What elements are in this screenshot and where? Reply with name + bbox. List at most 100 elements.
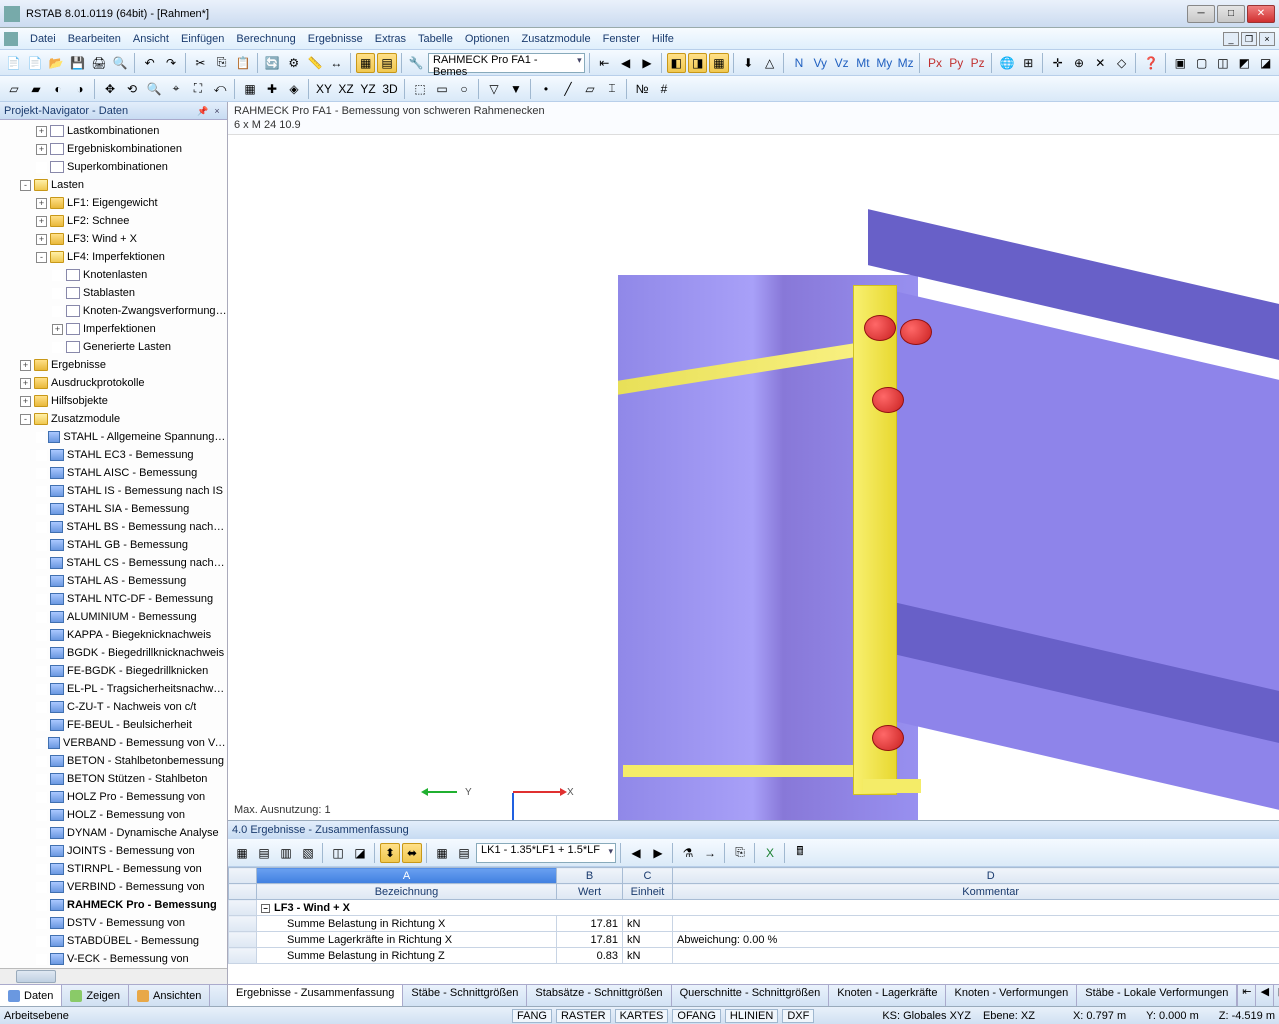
nav-tab-zeigen[interactable]: Zeigen <box>62 985 129 1006</box>
tree-item[interactable]: +Ausdruckprotokolle <box>0 374 227 392</box>
nav-pin-icon[interactable]: 📌 <box>197 105 209 117</box>
row-header[interactable] <box>229 916 257 932</box>
tree-item[interactable]: Generierte Lasten <box>0 338 227 356</box>
rt-icon[interactable]: ▦ <box>232 843 252 863</box>
menu-ergebnisse[interactable]: Ergebnisse <box>308 33 363 45</box>
tree-item[interactable]: +Lastkombinationen <box>0 122 227 140</box>
tree-item[interactable]: EL-PL - Tragsicherheitsnachweis <box>0 680 227 698</box>
tree-item[interactable]: V-ECK - Bemessung von <box>0 950 227 968</box>
num-member-icon[interactable]: # <box>654 79 674 99</box>
viewxz-icon[interactable]: XZ <box>336 79 356 99</box>
solid-icon[interactable]: ▰ <box>26 79 46 99</box>
table-toggle-icon[interactable]: ▦ <box>356 53 375 73</box>
rtab-summary[interactable]: Ergebnisse - Zusammenfassung <box>228 985 403 1006</box>
nav-close-icon[interactable]: × <box>211 105 223 117</box>
rt-goto-icon[interactable]: → <box>700 843 720 863</box>
snap3-icon[interactable]: ✕ <box>1091 53 1110 73</box>
rtab-staebe-lokverf[interactable]: Stäbe - Lokale Verformungen <box>1077 985 1237 1006</box>
tree-item[interactable]: BGDK - Biegedrillknicknachweis <box>0 644 227 662</box>
redo-icon[interactable]: ↷ <box>161 53 180 73</box>
cell-komm[interactable]: Abweichung: 0.00 % <box>673 932 1279 948</box>
node-icon[interactable]: • <box>536 79 556 99</box>
sel3-icon[interactable]: ○ <box>454 79 474 99</box>
view3d-icon[interactable]: 3D <box>380 79 400 99</box>
tree-item[interactable]: DYNAM - Dynamische Analyse <box>0 824 227 842</box>
paste-icon[interactable]: 📋 <box>233 53 252 73</box>
res-mt-icon[interactable]: Mt <box>853 53 872 73</box>
minimize-button[interactable]: ─ <box>1187 5 1215 23</box>
tree-expand-icon[interactable]: + <box>36 126 47 137</box>
tree-item[interactable]: C-ZU-T - Nachweis von c/t <box>0 698 227 716</box>
display1-icon[interactable]: ▣ <box>1171 53 1190 73</box>
tree-expand-icon[interactable]: + <box>20 378 31 389</box>
rt-prev-icon[interactable]: ◀ <box>626 843 646 863</box>
menu-hilfe[interactable]: Hilfe <box>652 33 674 45</box>
axis-icon[interactable]: ✚ <box>262 79 282 99</box>
tree-expand-icon[interactable]: + <box>36 234 47 245</box>
tree-item[interactable]: RAHMECK Pro - Bemessung <box>0 896 227 914</box>
display3-icon[interactable]: ◫ <box>1213 53 1232 73</box>
tree-item[interactable]: DSTV - Bemessung von <box>0 914 227 932</box>
rt-icon[interactable]: ▥ <box>276 843 296 863</box>
row-header[interactable] <box>229 932 257 948</box>
cell-wert[interactable]: 17.81 <box>557 932 623 948</box>
menu-fenster[interactable]: Fenster <box>603 33 640 45</box>
header-wert[interactable]: Wert <box>557 884 623 900</box>
menu-ansicht[interactable]: Ansicht <box>133 33 169 45</box>
cut-icon[interactable]: ✂ <box>191 53 210 73</box>
rt-icon[interactable]: ▦ <box>432 843 452 863</box>
tree-item[interactable]: ALUMINIUM - Bemessung <box>0 608 227 626</box>
zoomall-icon[interactable]: ⛶ <box>188 79 208 99</box>
tree-item[interactable]: FE-BGDK - Biegedrillknicken <box>0 662 227 680</box>
tree-item[interactable]: STAHL NTC-DF - Bemessung <box>0 590 227 608</box>
col-A[interactable]: A <box>257 868 557 884</box>
tree-item[interactable]: STAHL SIA - Bemessung <box>0 500 227 518</box>
tree-item[interactable]: STAHL BS - Bemessung nach BS <box>0 518 227 536</box>
section-icon[interactable]: ⌶ <box>602 79 622 99</box>
tree-item[interactable]: HOLZ Pro - Bemessung von <box>0 788 227 806</box>
refresh-icon[interactable]: 🔄 <box>263 53 282 73</box>
module-icon[interactable]: 🔧 <box>407 53 426 73</box>
3d-viewport[interactable]: X Y Z Max. Ausnutzung: 1 <box>228 135 1279 820</box>
module-combo[interactable]: RAHMECK Pro FA1 - Bemes <box>428 53 585 73</box>
workplane-icon[interactable]: ◈ <box>284 79 304 99</box>
close-button[interactable]: ✕ <box>1247 5 1275 23</box>
cell-bez[interactable]: Summe Belastung in Richtung Z <box>257 948 557 964</box>
cell-einheit[interactable]: kN <box>623 948 673 964</box>
tree-expand-icon[interactable]: + <box>36 198 47 209</box>
tree-item[interactable]: STAHL - Allgemeine Spannungsanalyse <box>0 428 227 446</box>
display5-icon[interactable]: ◪ <box>1256 53 1275 73</box>
tree-expand-icon[interactable]: + <box>36 216 47 227</box>
tabs-first-icon[interactable]: ⇤ <box>1237 985 1255 1006</box>
rt-excel-icon[interactable]: X <box>760 843 780 863</box>
rt-toggle-icon[interactable]: ⬌ <box>402 843 422 863</box>
row-header[interactable] <box>229 948 257 964</box>
snap2-icon[interactable]: ⊕ <box>1069 53 1088 73</box>
rotate-icon[interactable]: ⟲ <box>122 79 142 99</box>
status-toggle-ofang[interactable]: OFANG <box>672 1009 721 1023</box>
rt-next-icon[interactable]: ▶ <box>648 843 668 863</box>
tree-item[interactable]: HOLZ - Bemessung von <box>0 806 227 824</box>
rt-filter-icon[interactable]: ⚗ <box>678 843 698 863</box>
mdi-close-button[interactable]: × <box>1259 32 1275 46</box>
rtab-querschnitte-sg[interactable]: Querschnitte - Schnittgrößen <box>672 985 830 1006</box>
sel-icon[interactable]: ⬚ <box>410 79 430 99</box>
res-n-icon[interactable]: N <box>789 53 808 73</box>
col-B[interactable]: B <box>557 868 623 884</box>
zoom-icon[interactable]: 🔍 <box>144 79 164 99</box>
tree-item[interactable]: -Lasten <box>0 176 227 194</box>
collapse-icon[interactable]: − <box>261 904 270 913</box>
rtab-stabsaetze-sg[interactable]: Stabsätze - Schnittgrößen <box>527 985 671 1006</box>
rt-icon[interactable]: ▤ <box>254 843 274 863</box>
cell-wert[interactable]: 0.83 <box>557 948 623 964</box>
globe-icon[interactable]: 🌐 <box>997 53 1016 73</box>
tree-item[interactable]: KAPPA - Biegeknicknachweis <box>0 626 227 644</box>
menu-datei[interactable]: Datei <box>30 33 56 45</box>
dim-icon[interactable]: ↔ <box>327 53 346 73</box>
display4-icon[interactable]: ◩ <box>1235 53 1254 73</box>
status-toggle-raster[interactable]: RASTER <box>556 1009 611 1023</box>
header-bezeichnung[interactable]: Bezeichnung <box>257 884 557 900</box>
rt-icon[interactable]: ▧ <box>298 843 318 863</box>
cell-komm[interactable] <box>673 916 1279 932</box>
load-icon[interactable]: ⬇ <box>739 53 758 73</box>
